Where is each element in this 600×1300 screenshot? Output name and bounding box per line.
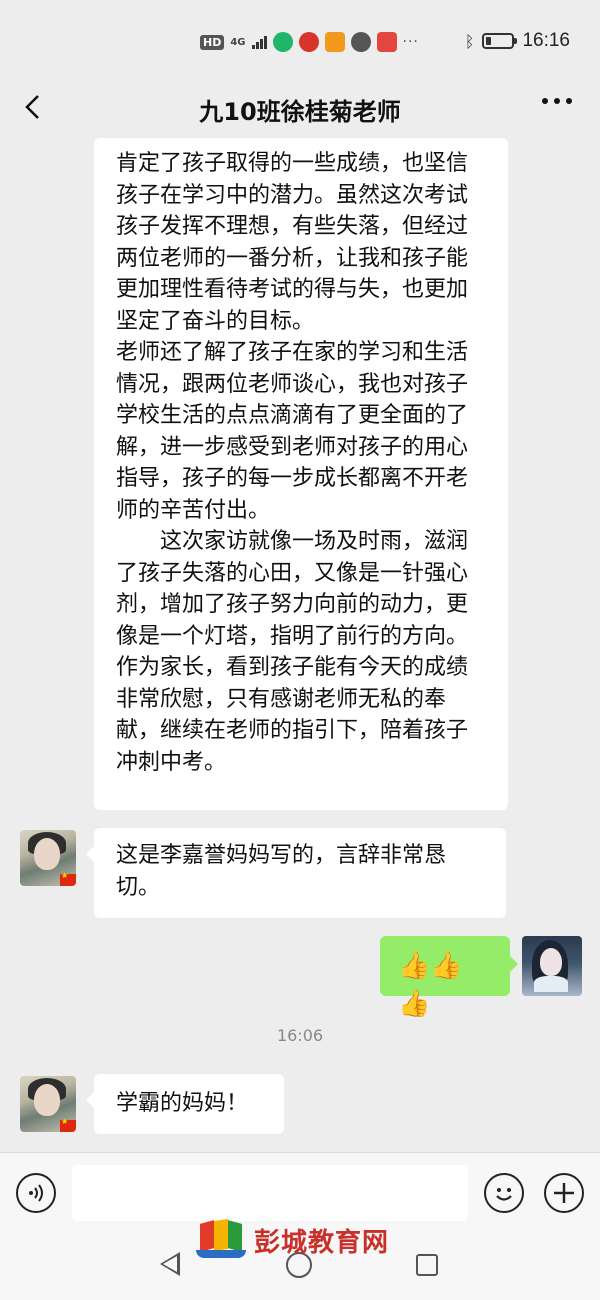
battery-level: [486, 37, 492, 45]
status-icons-left: HD 4G ···: [200, 32, 419, 52]
more-options-button[interactable]: [540, 86, 574, 123]
watermark-text: 彭城教育网: [254, 1227, 390, 1258]
clock: 16:16: [522, 30, 570, 51]
plus-button[interactable]: [544, 1173, 584, 1213]
chat-title: 九10班徐桂菊老师: [199, 98, 401, 126]
network-type: 4G: [230, 36, 246, 48]
message-bubble-long[interactable]: 肯定了孩子取得的一些成绩，也坚信孩子在学习中的潜力。虽然这次考试孩子发挥不理想，…: [94, 138, 508, 810]
china-flag-icon: [60, 1117, 76, 1132]
thumbs-up-emoji: 👍👍👍: [398, 951, 463, 1019]
app-green-icon: [272, 32, 293, 52]
message-bubble[interactable]: 学霸的妈妈！: [86, 1074, 284, 1134]
emoji-icon: [496, 1188, 512, 1201]
app-orange-icon: [324, 32, 345, 52]
app-grey-icon: [350, 32, 371, 52]
plus-icon: [554, 1183, 574, 1203]
timestamp: 16:06: [276, 1026, 324, 1045]
china-flag-icon: [60, 871, 76, 886]
chat-header: 九10班徐桂菊老师: [0, 78, 600, 138]
message-input[interactable]: [72, 1165, 468, 1221]
message-text: 这是李嘉誉妈妈写的，言辞非常恳切。: [116, 843, 447, 900]
avatar-self[interactable]: [522, 936, 582, 996]
message-paragraph-1: 肯定了孩子取得的一些成绩，也坚信孩子在学习中的潜力。虽然这次考试孩子发挥不理想，…: [116, 151, 469, 334]
battery-icon: [482, 33, 518, 49]
message-paragraph-3: 这次家访就像一场及时雨，滋润了孩子失落的心田，又像是一针强心剂，增加了孩子努力向…: [116, 529, 469, 775]
signal-icon: [251, 35, 267, 49]
status-icons-right: ᛒ 16:16: [465, 30, 570, 52]
nav-back-button[interactable]: [160, 1252, 180, 1276]
message-paragraph-2: 老师还了解了孩子在家的学习和生活情况，跟两位老师谈心，我也对孩子学校生活的点点滴…: [116, 340, 469, 523]
watermark: 彭城教育网: [194, 1218, 389, 1262]
avatar-teacher[interactable]: [20, 1076, 76, 1132]
message-bubble-self[interactable]: 👍👍👍: [380, 936, 518, 1019]
watermark-logo-icon: [194, 1218, 248, 1262]
bluetooth-icon: ᛒ: [464, 31, 475, 51]
more-notifications-icon: ···: [402, 34, 419, 50]
chat-messages[interactable]: 肯定了孩子取得的一些成绩，也坚信孩子在学习中的潜力。虽然这次考试孩子发挥不理想，…: [0, 138, 600, 1150]
voice-icon: [29, 1184, 43, 1202]
status-bar: HD 4G ··· ᛒ 16:16: [0, 0, 600, 88]
app-red-square-icon: [376, 32, 397, 52]
hd-badge: HD: [200, 34, 225, 50]
nav-recent-button[interactable]: [416, 1254, 438, 1276]
emoji-button[interactable]: [484, 1173, 524, 1213]
message-text: 学霸的妈妈！: [116, 1091, 249, 1116]
message-bubble[interactable]: 这是李嘉誉妈妈写的，言辞非常恳切。: [86, 828, 506, 918]
avatar-teacher[interactable]: [20, 830, 76, 886]
app-red-icon: [298, 32, 319, 52]
ellipsis-icon: [542, 98, 572, 104]
voice-button[interactable]: [16, 1173, 56, 1213]
